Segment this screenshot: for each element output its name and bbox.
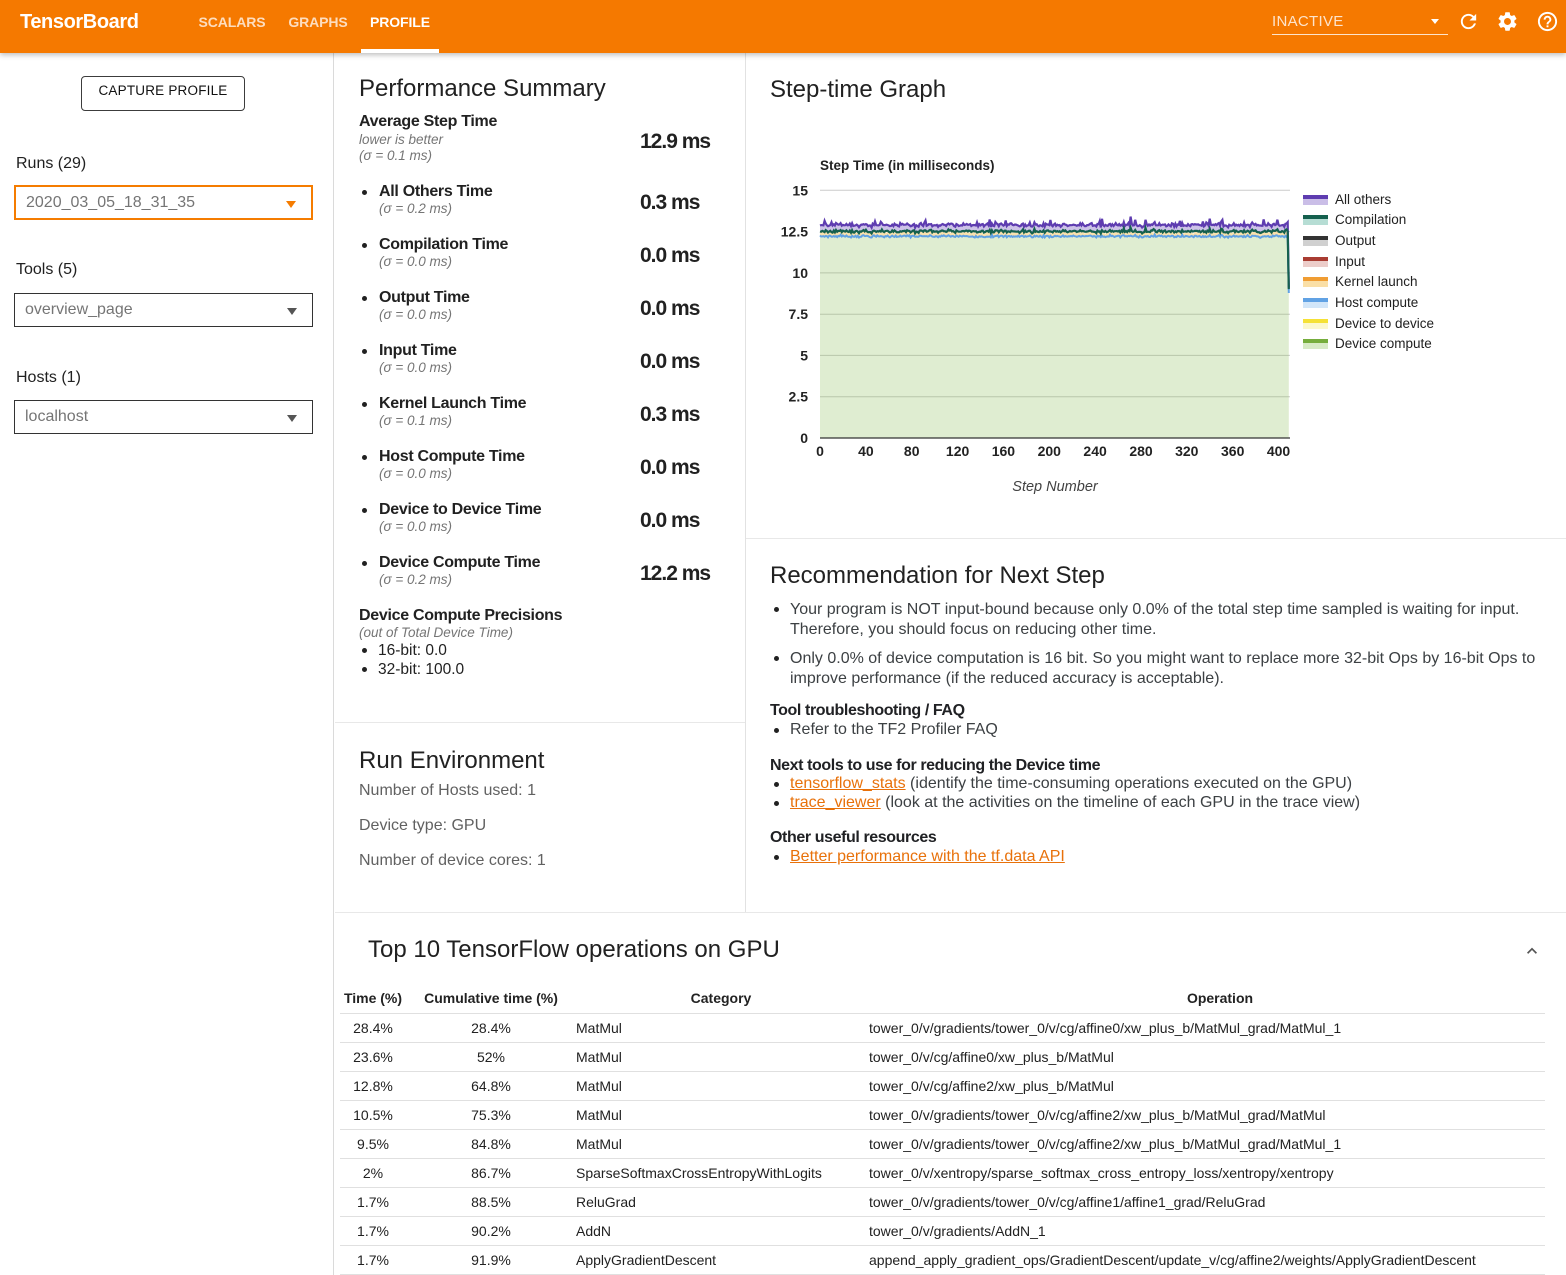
svg-text:7.5: 7.5 xyxy=(789,306,809,322)
svg-text:120: 120 xyxy=(946,443,970,459)
svg-text:2.5: 2.5 xyxy=(789,389,809,405)
svg-text:5: 5 xyxy=(800,347,808,363)
svg-text:0: 0 xyxy=(816,443,824,459)
svg-text:360: 360 xyxy=(1221,443,1245,459)
svg-text:200: 200 xyxy=(1038,443,1062,459)
svg-text:320: 320 xyxy=(1175,443,1199,459)
svg-text:400: 400 xyxy=(1267,443,1291,459)
svg-text:40: 40 xyxy=(858,443,874,459)
svg-text:12.5: 12.5 xyxy=(781,224,808,240)
svg-text:0: 0 xyxy=(800,430,808,446)
svg-text:160: 160 xyxy=(992,443,1016,459)
svg-text:10: 10 xyxy=(792,265,808,281)
svg-text:280: 280 xyxy=(1129,443,1153,459)
svg-text:15: 15 xyxy=(792,182,808,198)
svg-text:80: 80 xyxy=(904,443,920,459)
svg-text:Step Number: Step Number xyxy=(1012,479,1099,495)
svg-text:240: 240 xyxy=(1083,443,1107,459)
svg-text:Step Time (in milliseconds): Step Time (in milliseconds) xyxy=(820,158,995,173)
